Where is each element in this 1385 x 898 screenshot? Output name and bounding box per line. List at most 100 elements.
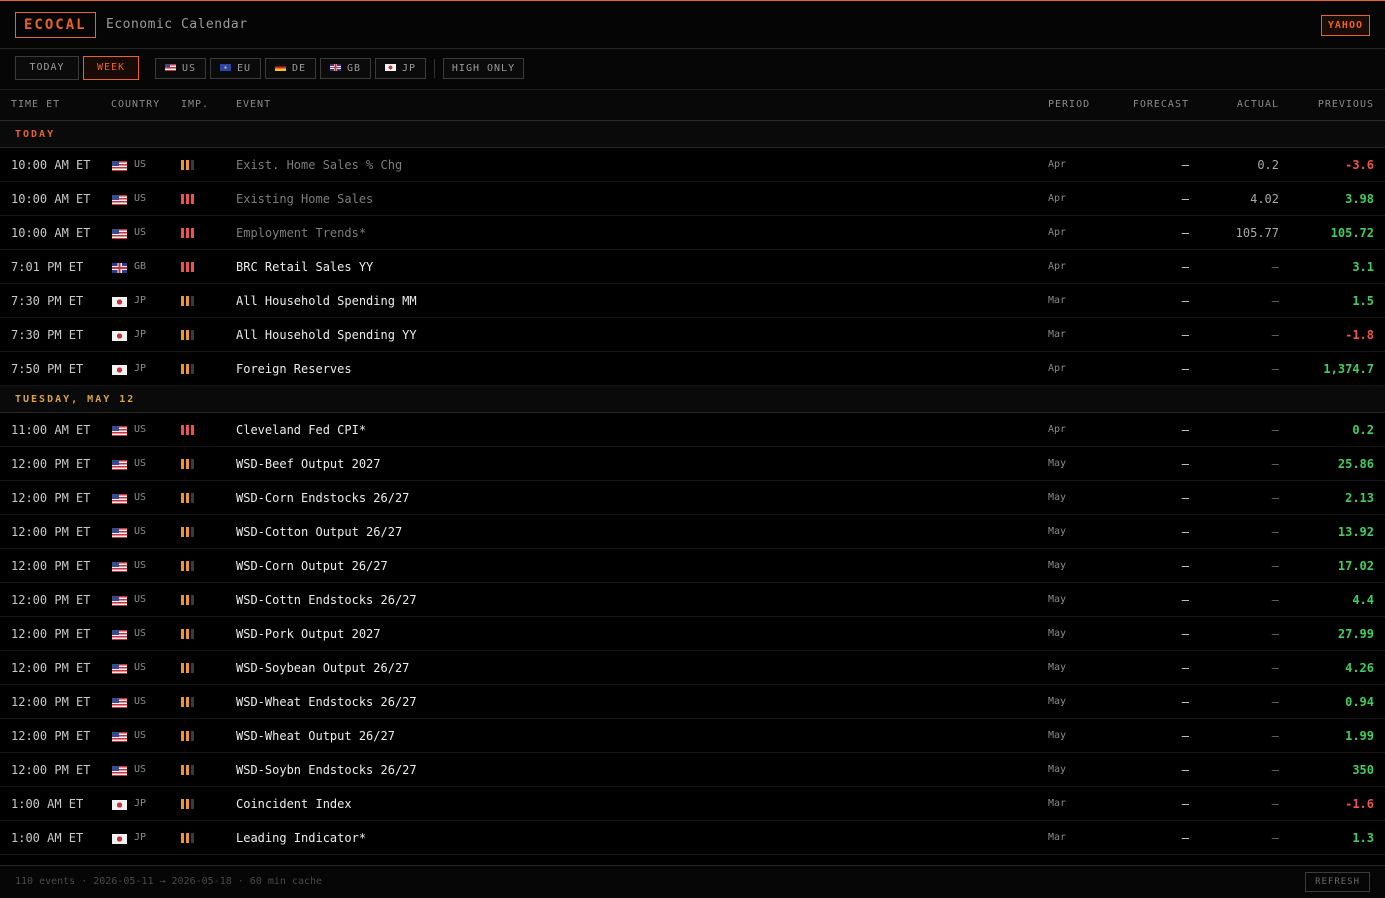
- country-code: GB: [134, 261, 147, 272]
- table-row[interactable]: 12:00 PM ET US WSD-Soybean Output 26/27 May…: [0, 651, 1385, 685]
- importance-bar: [181, 296, 184, 306]
- col-period[interactable]: PERIOD: [1048, 99, 1090, 110]
- table-row[interactable]: 12:00 PM ET US WSD-Beef Output 2027 May — — 25…: [0, 447, 1385, 481]
- country-filter-eu[interactable]: EU: [210, 58, 261, 79]
- event-time: 7:30 PM ET: [11, 328, 84, 342]
- col-forecast[interactable]: FORECAST: [1133, 99, 1189, 110]
- event-name[interactable]: WSD-Wheat Output 26/27: [236, 719, 395, 753]
- event-time: 10:00 AM ET: [11, 192, 91, 206]
- event-name[interactable]: WSD-Wheat Endstocks 26/27: [236, 685, 417, 719]
- importance-bar: [181, 731, 184, 741]
- source-badge[interactable]: YAHOO: [1320, 15, 1370, 36]
- col-event[interactable]: EVENT: [236, 99, 271, 110]
- country-code: US: [134, 526, 147, 537]
- country-filter-gb[interactable]: GB: [320, 58, 371, 79]
- event-name[interactable]: WSD-Beef Output 2027: [236, 447, 381, 481]
- table-row[interactable]: 12:00 PM ET US WSD-Corn Output 26/27 May — — 1…: [0, 549, 1385, 583]
- table-row[interactable]: 12:00 PM ET US WSD-Cotton Output 26/27 May —…: [0, 515, 1385, 549]
- importance-bar: [191, 561, 194, 571]
- table-row[interactable]: 7:30 PM ET JP All Household Spending MM Mar…: [0, 284, 1385, 318]
- event-time: 12:00 PM ET: [11, 661, 91, 675]
- event-previous: 3.98: [1345, 192, 1374, 206]
- event-table[interactable]: TODAY 10:00 AM ET US Exist. Home Sales % Ch…: [0, 121, 1385, 865]
- week-button[interactable]: WEEK: [83, 56, 139, 80]
- table-row[interactable]: 12:00 PM ET US WSD-Wheat Output 26/27 May — —…: [0, 719, 1385, 753]
- table-row[interactable]: 10:00 AM ET US Exist. Home Sales % Chg Apr —…: [0, 148, 1385, 182]
- jp-flag-icon: [112, 833, 127, 844]
- event-forecast: —: [1181, 192, 1189, 206]
- today-button[interactable]: TODAY: [15, 56, 79, 80]
- table-row[interactable]: 10:00 AM ET US Employment Trends* Apr — 105.7…: [0, 216, 1385, 250]
- event-name[interactable]: WSD-Soybean Output 26/27: [236, 651, 409, 685]
- table-row[interactable]: 7:01 PM ET GB BRC Retail Sales YY Apr — — 3.1: [0, 250, 1385, 284]
- country-code: US: [134, 193, 147, 204]
- importance-bar: [191, 799, 194, 809]
- event-name[interactable]: Employment Trends*: [236, 216, 366, 250]
- importance-bar: [181, 228, 184, 238]
- event-actual: —: [1271, 491, 1279, 505]
- event-name[interactable]: WSD-Pork Output 2027: [236, 617, 381, 651]
- us-flag-icon: [112, 459, 127, 470]
- country-code: US: [134, 227, 147, 238]
- table-row[interactable]: 11:00 AM ET US Cleveland Fed CPI* Apr — — 0.2: [0, 413, 1385, 447]
- event-name[interactable]: BRC Retail Sales YY: [236, 250, 373, 284]
- flag-cell: [112, 250, 127, 284]
- footer-summary: 110 events · 2026-05-11 → 2026-05-18 · 6…: [15, 876, 323, 887]
- event-name[interactable]: Cleveland Fed CPI*: [236, 413, 366, 447]
- event-name[interactable]: WSD-Cotton Output 26/27: [236, 515, 402, 549]
- us-flag-icon: [112, 731, 127, 742]
- event-name[interactable]: WSD-Cottn Endstocks 26/27: [236, 583, 417, 617]
- event-name[interactable]: Foreign Reserves: [236, 352, 352, 386]
- flag-cell: [112, 821, 127, 855]
- col-country[interactable]: COUNTRY: [111, 99, 160, 110]
- country-filter-jp[interactable]: JP: [375, 58, 426, 79]
- event-name[interactable]: WSD-Corn Output 26/27: [236, 549, 388, 583]
- country-code: US: [134, 628, 147, 639]
- jp-flag-icon: [384, 63, 396, 71]
- event-forecast: —: [1181, 525, 1189, 539]
- us-flag-icon: [112, 228, 127, 239]
- event-name[interactable]: All Household Spending MM: [236, 284, 417, 318]
- event-time: 7:01 PM ET: [11, 260, 84, 274]
- importance-bar: [186, 697, 189, 707]
- event-previous: 25.86: [1337, 457, 1374, 471]
- flag-cell: [112, 182, 127, 216]
- event-previous: 17.02: [1337, 559, 1374, 573]
- col-actual[interactable]: ACTUAL: [1237, 99, 1279, 110]
- col-importance[interactable]: IMP.: [181, 99, 209, 110]
- event-name[interactable]: WSD-Soybn Endstocks 26/27: [236, 753, 417, 787]
- table-row[interactable]: 12:00 PM ET US WSD-Corn Endstocks 26/27 May…: [0, 481, 1385, 515]
- table-row[interactable]: 7:50 PM ET JP Foreign Reserves Apr — — 1,374.7: [0, 352, 1385, 386]
- table-row[interactable]: 1:00 AM ET JP Leading Indicator* Mar — — 1.3: [0, 821, 1385, 855]
- event-name[interactable]: All Household Spending YY: [236, 318, 417, 352]
- col-time[interactable]: TIME ET: [11, 99, 60, 110]
- importance-bar: [181, 561, 184, 571]
- country-filter-de[interactable]: DE: [265, 58, 316, 79]
- event-name[interactable]: Exist. Home Sales % Chg: [236, 148, 402, 182]
- importance-bar: [186, 194, 189, 204]
- importance-bar: [191, 459, 194, 469]
- event-previous: 1,374.7: [1323, 362, 1374, 376]
- table-row[interactable]: 10:00 AM ET US Existing Home Sales Apr — 4.02…: [0, 182, 1385, 216]
- event-name[interactable]: Leading Indicator*: [236, 821, 366, 855]
- event-name[interactable]: WSD-Corn Endstocks 26/27: [236, 481, 409, 515]
- importance-bar: [181, 833, 184, 843]
- event-period: Apr: [1048, 363, 1067, 374]
- country-filter-us[interactable]: US: [155, 58, 206, 79]
- us-flag-icon: [112, 697, 127, 708]
- event-name[interactable]: Coincident Index: [236, 787, 352, 821]
- event-name[interactable]: Existing Home Sales: [236, 182, 373, 216]
- table-row[interactable]: 12:00 PM ET US WSD-Pork Output 2027 May — — 27…: [0, 617, 1385, 651]
- importance-bar: [191, 194, 194, 204]
- col-previous[interactable]: PREVIOUS: [1318, 99, 1374, 110]
- table-row[interactable]: 12:00 PM ET US WSD-Soybn Endstocks 26/27 Ma…: [0, 753, 1385, 787]
- high-only-toggle[interactable]: HIGH ONLY: [443, 58, 524, 79]
- table-row[interactable]: 12:00 PM ET US WSD-Cottn Endstocks 26/27 Ma…: [0, 583, 1385, 617]
- table-row[interactable]: 1:00 AM ET JP Coincident Index Mar — — -1.6: [0, 787, 1385, 821]
- importance-indicator: [181, 799, 196, 809]
- table-row[interactable]: 12:00 PM ET US WSD-Wheat Endstocks 26/27 Ma…: [0, 685, 1385, 719]
- event-time: 12:00 PM ET: [11, 763, 91, 777]
- country-code: US: [134, 696, 147, 707]
- refresh-button[interactable]: REFRESH: [1305, 872, 1370, 892]
- table-row[interactable]: 7:30 PM ET JP All Household Spending YY Mar…: [0, 318, 1385, 352]
